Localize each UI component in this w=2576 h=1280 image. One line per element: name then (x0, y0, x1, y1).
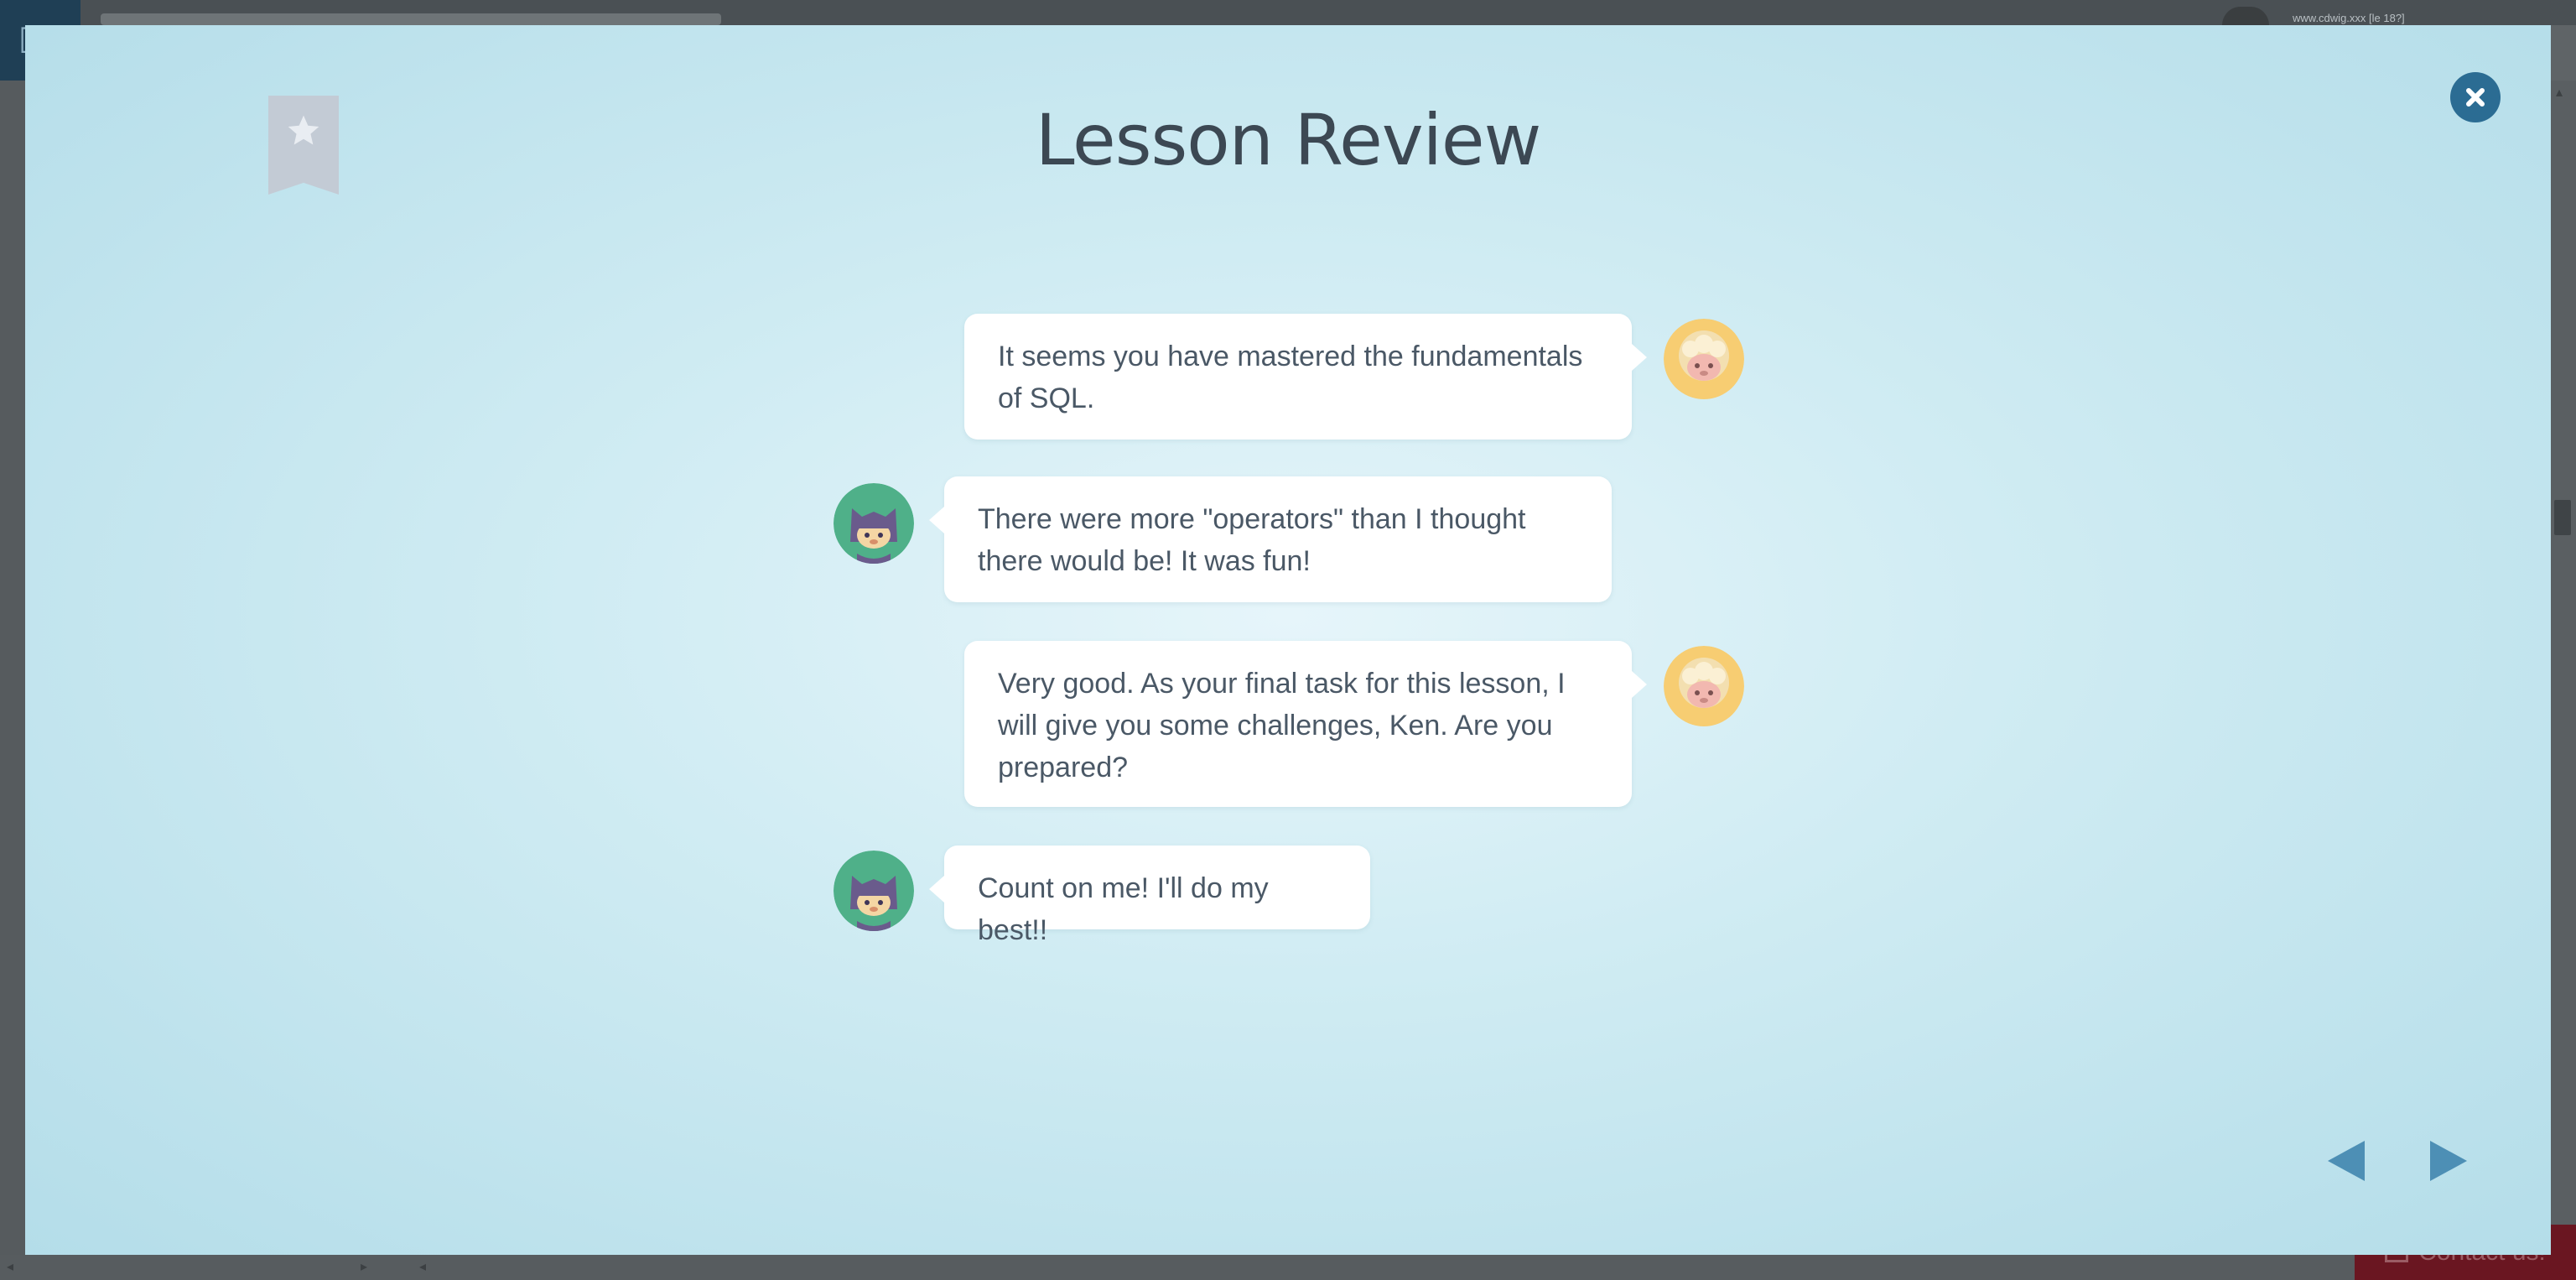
next-button[interactable] (2428, 1139, 2469, 1187)
message-text: It seems you have mastered the fundament… (998, 341, 1583, 414)
app-bottom-bar (0, 1255, 2576, 1280)
app-search-bar (101, 13, 721, 25)
triangle-right-icon (2430, 1141, 2467, 1181)
student-avatar (834, 851, 914, 931)
message-text: Count on me! I'll do my best!! (978, 872, 1269, 946)
chat-message-teacher: It seems you have mastered the fundament… (964, 314, 1647, 440)
page-title: Lesson Review (1035, 99, 1542, 181)
app-left-sidebar (0, 81, 25, 1255)
chat-message-teacher: Very good. As your final task for this l… (964, 641, 1647, 807)
close-button[interactable] (2450, 72, 2501, 122)
sheep-avatar-icon (1664, 646, 1744, 726)
cat-hood-avatar-icon (834, 851, 914, 931)
teacher-avatar (1664, 319, 1744, 399)
lesson-review-modal: Lesson Review It seems you have mastered… (25, 25, 2551, 1255)
sheep-avatar-icon (1664, 319, 1744, 399)
teacher-avatar (1664, 646, 1744, 726)
triangle-left-icon (2328, 1141, 2365, 1181)
chat-message-student: Count on me! I'll do my best!! (929, 846, 1370, 946)
message-text: There were more "operators" than I thoug… (978, 503, 1526, 577)
scroll-left-icon: ◂ (419, 1258, 427, 1274)
user-info: www.cdwig.xxx [le 18?] (2293, 12, 2405, 24)
student-avatar (834, 483, 914, 564)
message-text: Very good. As your final task for this l… (998, 668, 1566, 783)
scroll-up-icon: ▴ (2556, 84, 2563, 100)
scrollbar-thumb (2554, 500, 2571, 535)
scroll-right-icon: ▸ (361, 1258, 368, 1274)
cat-hood-avatar-icon (834, 483, 914, 564)
previous-button[interactable] (2326, 1139, 2366, 1187)
chat-message-student: There were more "operators" than I thoug… (929, 476, 1612, 602)
scrollbar (2551, 81, 2576, 1255)
close-icon (2466, 88, 2485, 107)
scroll-left-icon: ◂ (7, 1258, 14, 1274)
